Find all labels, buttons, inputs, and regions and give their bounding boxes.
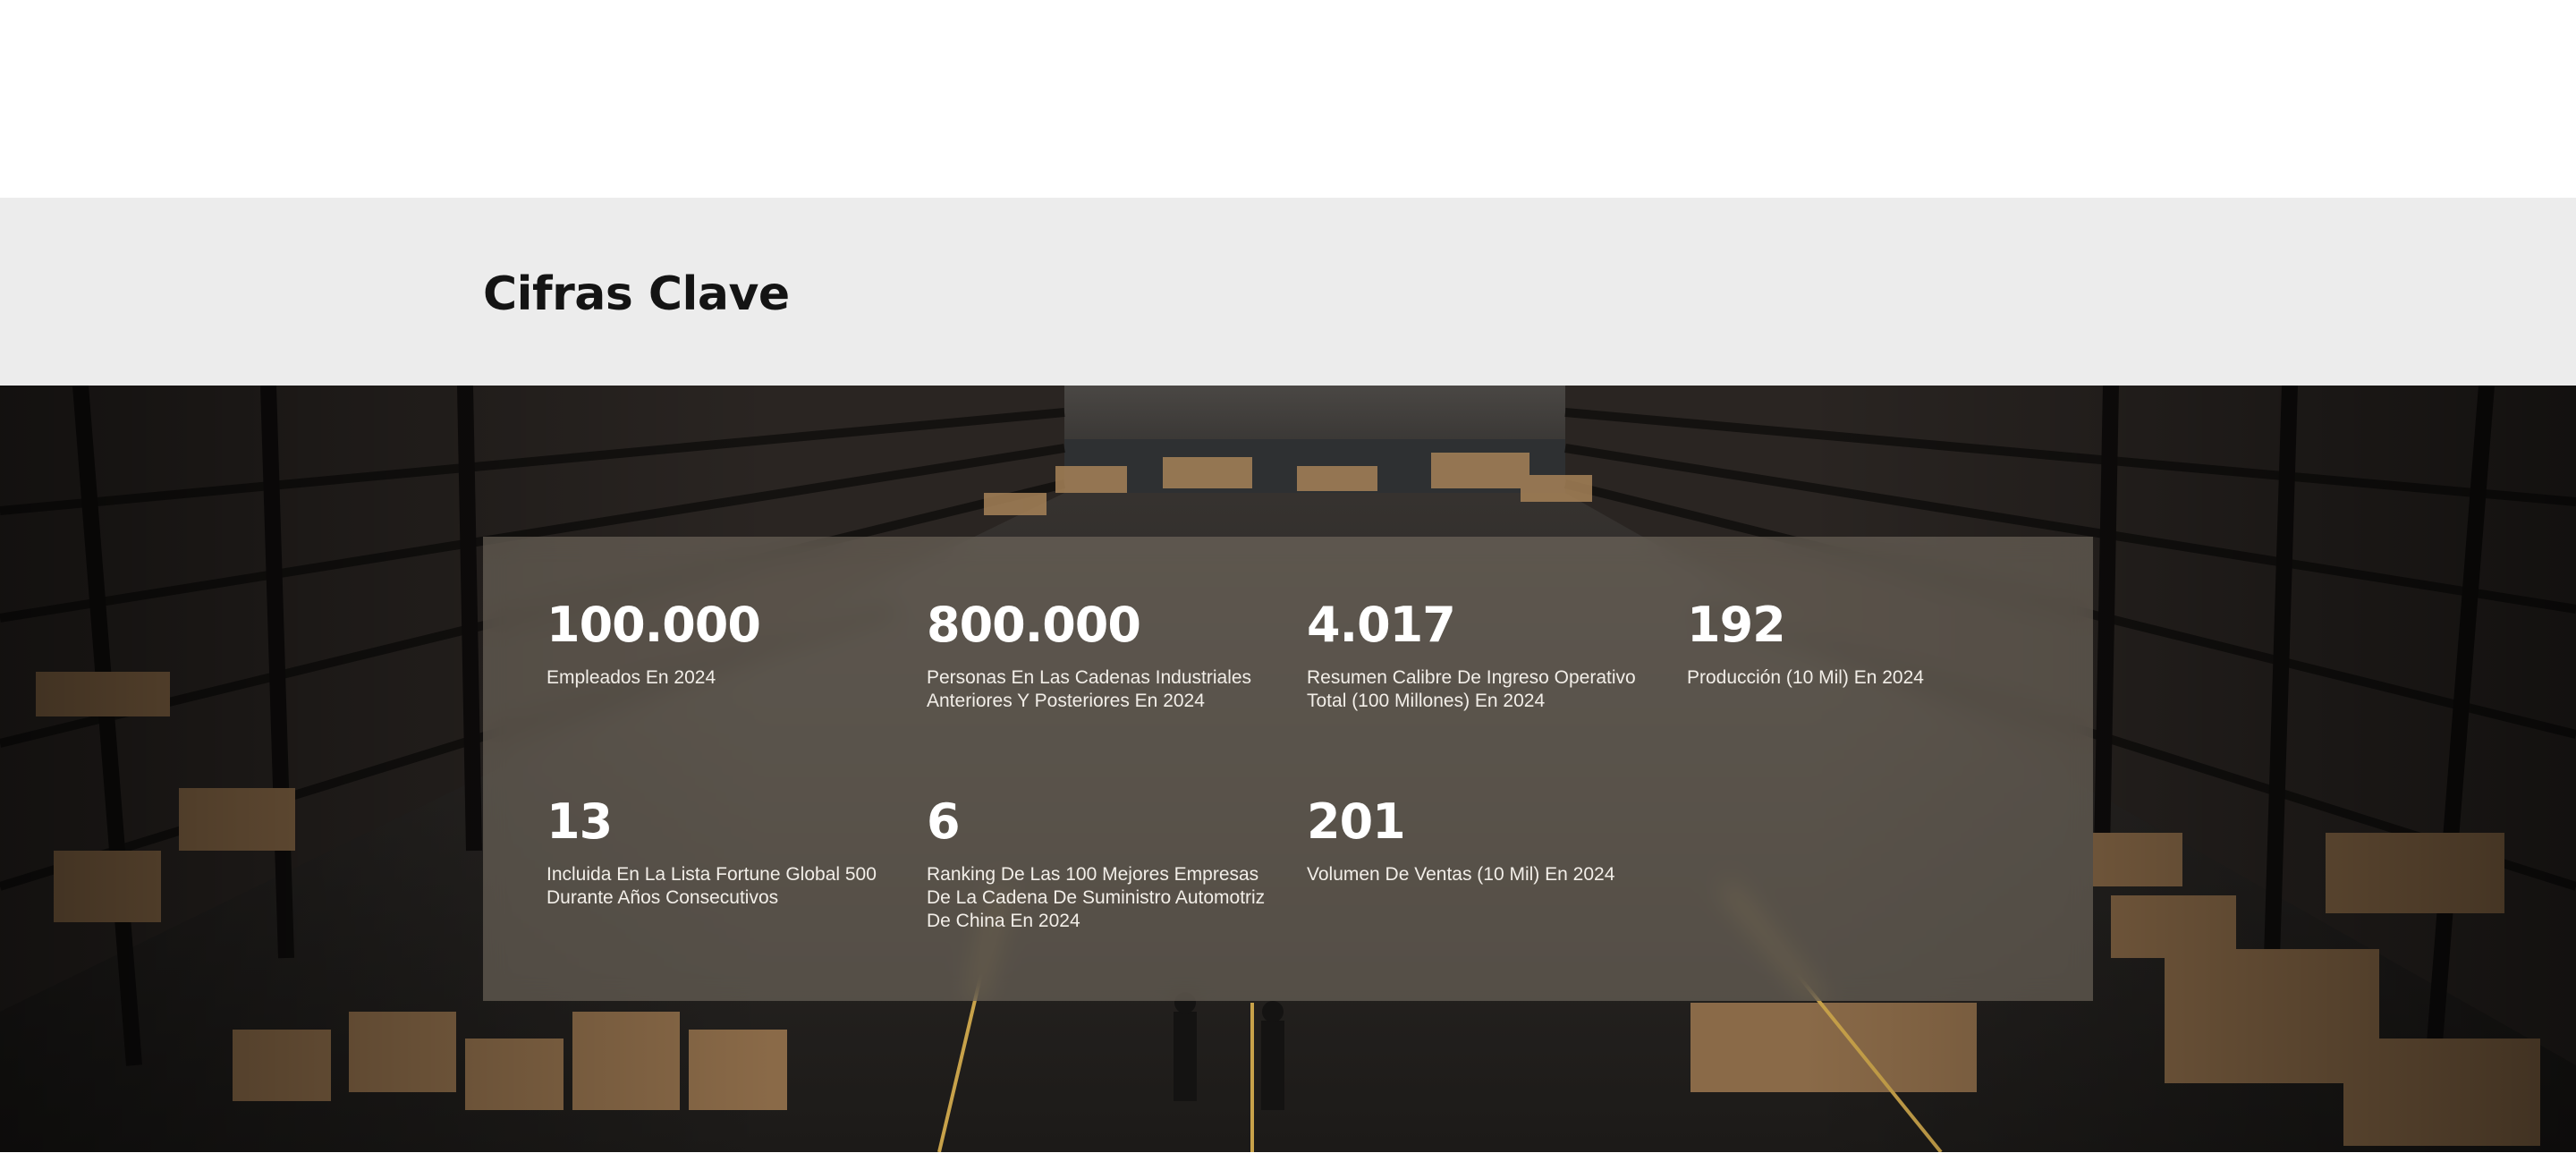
key-figures-panel: 100.000 Empleados En 2024 800.000 Person… [483, 537, 2093, 1001]
stat-operating-income: 4.017 Resumen Calibre De Ingreso Operati… [1307, 597, 1665, 713]
stat-value: 4.017 [1307, 597, 1456, 653]
section-title: Cifras Clave [483, 267, 790, 321]
stat-label: Incluida En La Lista Fortune Global 500 … [547, 864, 877, 908]
stat-value: 6 [927, 793, 961, 850]
stat-value: 13 [547, 793, 613, 850]
warehouse-hero: 100.000 Empleados En 2024 800.000 Person… [0, 386, 2576, 1152]
top-blank-area [0, 0, 2576, 198]
stat-value: 100.000 [547, 597, 761, 653]
stat-supply-chain-ranking: 6 Ranking De Las 100 Mejores Empresas De… [927, 793, 1284, 933]
stat-industrial-chain-people: 800.000 Personas En Las Cadenas Industri… [927, 597, 1284, 713]
stat-label: Personas En Las Cadenas Industriales Ant… [927, 667, 1252, 711]
stat-label: Volumen De Ventas (10 Mil) En 2024 [1307, 864, 1615, 885]
stat-label: Empleados En 2024 [547, 667, 716, 688]
stat-fortune-global-500: 13 Incluida En La Lista Fortune Global 5… [547, 793, 904, 910]
stat-sales-volume: 201 Volumen De Ventas (10 Mil) En 2024 [1307, 793, 1665, 886]
stat-label: Ranking De Las 100 Mejores Empresas De L… [927, 864, 1266, 931]
stat-label: Producción (10 Mil) En 2024 [1687, 667, 1924, 688]
title-band [0, 198, 2576, 386]
stat-production: 192 Producción (10 Mil) En 2024 [1687, 597, 2045, 690]
stat-value: 800.000 [927, 597, 1141, 653]
stat-value: 192 [1687, 597, 1786, 653]
stat-employees: 100.000 Empleados En 2024 [547, 597, 904, 690]
stat-value: 201 [1307, 793, 1406, 850]
stat-label: Resumen Calibre De Ingreso Operativo Tot… [1307, 667, 1636, 711]
